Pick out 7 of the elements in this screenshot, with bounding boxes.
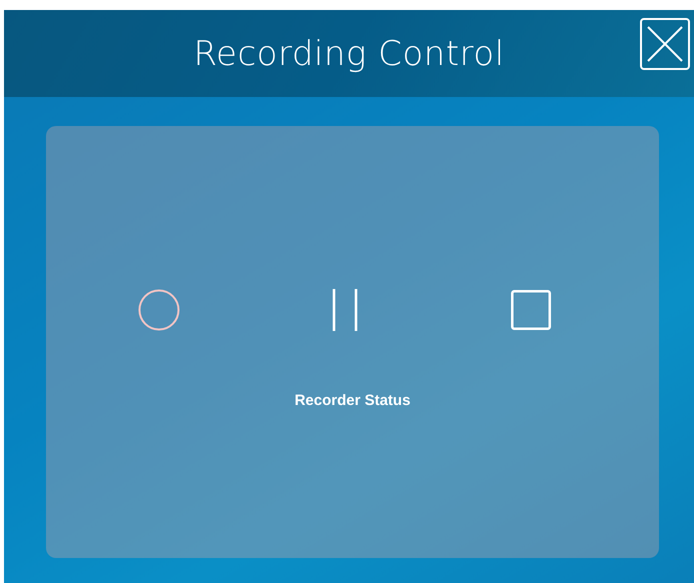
circle-icon	[138, 289, 180, 331]
stop-icon	[511, 290, 551, 330]
close-button[interactable]	[640, 18, 690, 70]
recorder-status: Recorder Status	[294, 392, 410, 409]
close-icon	[645, 24, 685, 64]
pause-icon	[332, 288, 358, 332]
window-title: Recording Control	[193, 34, 505, 74]
